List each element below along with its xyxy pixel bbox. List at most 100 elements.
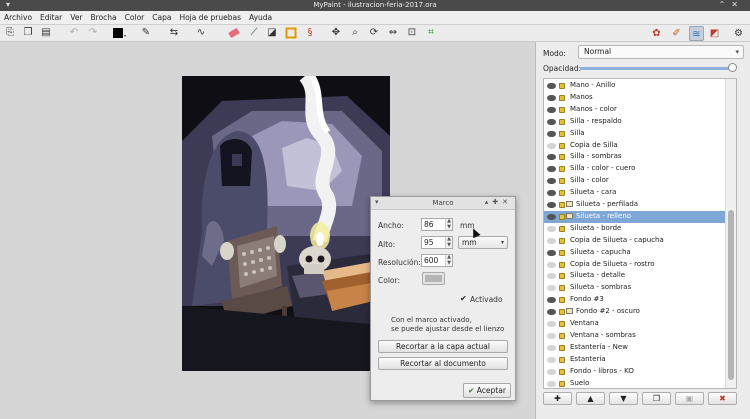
enabled-checkbox[interactable]: ✔ [460, 295, 468, 303]
layer-row[interactable]: Silla - respaldo [544, 116, 725, 128]
layer-row[interactable]: Silueta - relleno [544, 210, 725, 223]
visibility-eye-icon[interactable] [547, 225, 556, 232]
lock-icon[interactable] [559, 142, 565, 149]
visibility-eye-icon[interactable] [547, 321, 556, 327]
lock-icon[interactable] [559, 94, 565, 101]
visibility-eye-icon[interactable] [547, 83, 556, 89]
lock-icon[interactable] [559, 130, 565, 137]
layer-list[interactable]: Mano - Anillo Manos Manos - color Silla - r… [543, 78, 737, 389]
visibility-eye-icon[interactable] [547, 297, 556, 304]
layer-row[interactable]: Estantería - New [544, 342, 725, 354]
settings-icon[interactable]: ⚙ [731, 26, 746, 41]
layer-row[interactable]: Fondo #2 - oscuro [544, 306, 725, 318]
height-field[interactable]: 95 ▲ ▼ [421, 236, 453, 249]
blend-mode-select[interactable]: Normal ▾ [578, 45, 744, 59]
window-controls[interactable]: ⌃✕ [719, 0, 744, 9]
visibility-eye-icon[interactable] [547, 213, 556, 220]
color-picker-icon[interactable]: ⟋ [248, 27, 260, 39]
zoom-icon[interactable]: ⌕ [349, 27, 361, 39]
lock-icon[interactable] [559, 261, 565, 268]
lock-icon[interactable] [559, 190, 565, 197]
lock-icon[interactable] [559, 83, 565, 89]
opacity-slider-handle[interactable] [728, 63, 737, 72]
visibility-eye-icon[interactable] [547, 249, 556, 256]
scratchpad-icon[interactable]: ◩ [707, 26, 722, 41]
menu-editar[interactable]: Editar [40, 13, 62, 22]
resolution-field[interactable]: 600 ▲ ▼ [421, 254, 453, 267]
lock-icon[interactable] [559, 321, 565, 327]
layer-row[interactable]: Silueta - sombras [544, 282, 725, 294]
layer-row[interactable]: Silueta - borde [544, 223, 725, 235]
delete-layer-icon[interactable]: ✖ [708, 392, 737, 405]
merge-layer-icon[interactable]: ▣ [675, 392, 704, 405]
visibility-eye-icon[interactable] [547, 130, 556, 137]
rotate-icon[interactable]: ⟳ [368, 27, 380, 39]
spin-arrows-icon[interactable]: ▲ ▼ [445, 218, 452, 230]
visibility-eye-icon[interactable] [547, 344, 556, 351]
brush-icon[interactable]: ✐ [669, 26, 684, 41]
crop-to-layer-button[interactable]: Recortar a la capa actual [378, 340, 508, 353]
line-mode-icon[interactable]: ∿ [195, 27, 207, 39]
visibility-eye-icon[interactable] [547, 332, 556, 339]
layer-row[interactable]: Silla - color [544, 175, 725, 187]
visibility-eye-icon[interactable] [547, 106, 556, 113]
frame-icon[interactable] [285, 27, 297, 39]
unit-select[interactable]: mm ▾ [458, 236, 508, 249]
lock-icon[interactable] [559, 118, 565, 125]
layers-icon[interactable]: ≋ [689, 26, 704, 41]
layer-row[interactable]: Silla [544, 128, 725, 140]
move-up-icon[interactable]: ▲ [576, 392, 605, 405]
symmetry-icon[interactable]: ⇆ [168, 27, 180, 39]
visibility-eye-icon[interactable] [547, 380, 556, 387]
visibility-eye-icon[interactable] [547, 142, 556, 149]
duplicate-layer-icon[interactable]: ❐ [642, 392, 671, 405]
visibility-eye-icon[interactable] [547, 166, 556, 173]
layer-row[interactable]: Manos [544, 92, 725, 104]
layer-row[interactable]: Fondo - libros - KO [544, 366, 725, 378]
lock-icon[interactable] [559, 285, 565, 292]
open-document-icon[interactable]: ❐ [22, 27, 34, 39]
fit-view-icon[interactable]: ⌗ [425, 27, 437, 39]
eraser-icon[interactable] [228, 27, 240, 39]
brush-settings-icon[interactable]: ✎ [140, 27, 152, 39]
width-field[interactable]: 86 ▲ ▼ [421, 218, 453, 231]
layer-row[interactable]: Copia de Silueta - rostro [544, 259, 725, 271]
lock-icon[interactable] [559, 368, 565, 375]
visibility-eye-icon[interactable] [547, 202, 556, 208]
lock-icon[interactable] [559, 178, 565, 185]
color-swatch-icon[interactable] [112, 27, 126, 39]
layer-row[interactable]: Suelo [544, 378, 725, 389]
layer-row[interactable]: Silueta - cara [544, 187, 725, 199]
reset-view-icon[interactable]: ⊡ [406, 27, 418, 39]
new-document-icon[interactable]: ⎘ [4, 27, 16, 39]
lock-icon[interactable] [559, 380, 565, 387]
lock-icon[interactable] [559, 213, 565, 220]
lock-icon[interactable] [559, 225, 565, 232]
visibility-eye-icon[interactable] [547, 273, 556, 280]
frame-color-button[interactable] [422, 272, 445, 285]
layer-row[interactable]: Silueta - perfilada [544, 199, 725, 211]
mirror-icon[interactable]: ⇔ [387, 27, 399, 39]
move-down-icon[interactable]: ▼ [609, 392, 638, 405]
menu-brocha[interactable]: Brocha [91, 13, 117, 22]
lock-icon[interactable] [559, 297, 565, 304]
lock-icon[interactable] [559, 154, 565, 161]
undo-icon[interactable]: ↶ [68, 27, 80, 39]
lock-icon[interactable] [559, 106, 565, 113]
scrollbar-thumb[interactable] [728, 210, 734, 380]
visibility-eye-icon[interactable] [547, 154, 556, 161]
menu-archivo[interactable]: Archivo [4, 13, 32, 22]
menu-capa[interactable]: Capa [152, 13, 171, 22]
lock-icon[interactable] [559, 332, 565, 339]
accept-button[interactable]: ✔ Aceptar [463, 383, 511, 398]
visibility-eye-icon[interactable] [547, 309, 556, 316]
lock-icon[interactable] [559, 202, 565, 208]
lock-icon[interactable] [559, 166, 565, 173]
layer-row[interactable]: Silueta - detalle [544, 270, 725, 282]
crop-to-document-button[interactable]: Recortar al documento [378, 357, 508, 370]
layer-row[interactable]: Silueta - capucha [544, 247, 725, 259]
layer-row[interactable]: Silla - sombras [544, 151, 725, 163]
layer-row[interactable]: Estantería [544, 354, 725, 366]
visibility-eye-icon[interactable] [547, 261, 556, 268]
visibility-eye-icon[interactable] [547, 178, 556, 185]
